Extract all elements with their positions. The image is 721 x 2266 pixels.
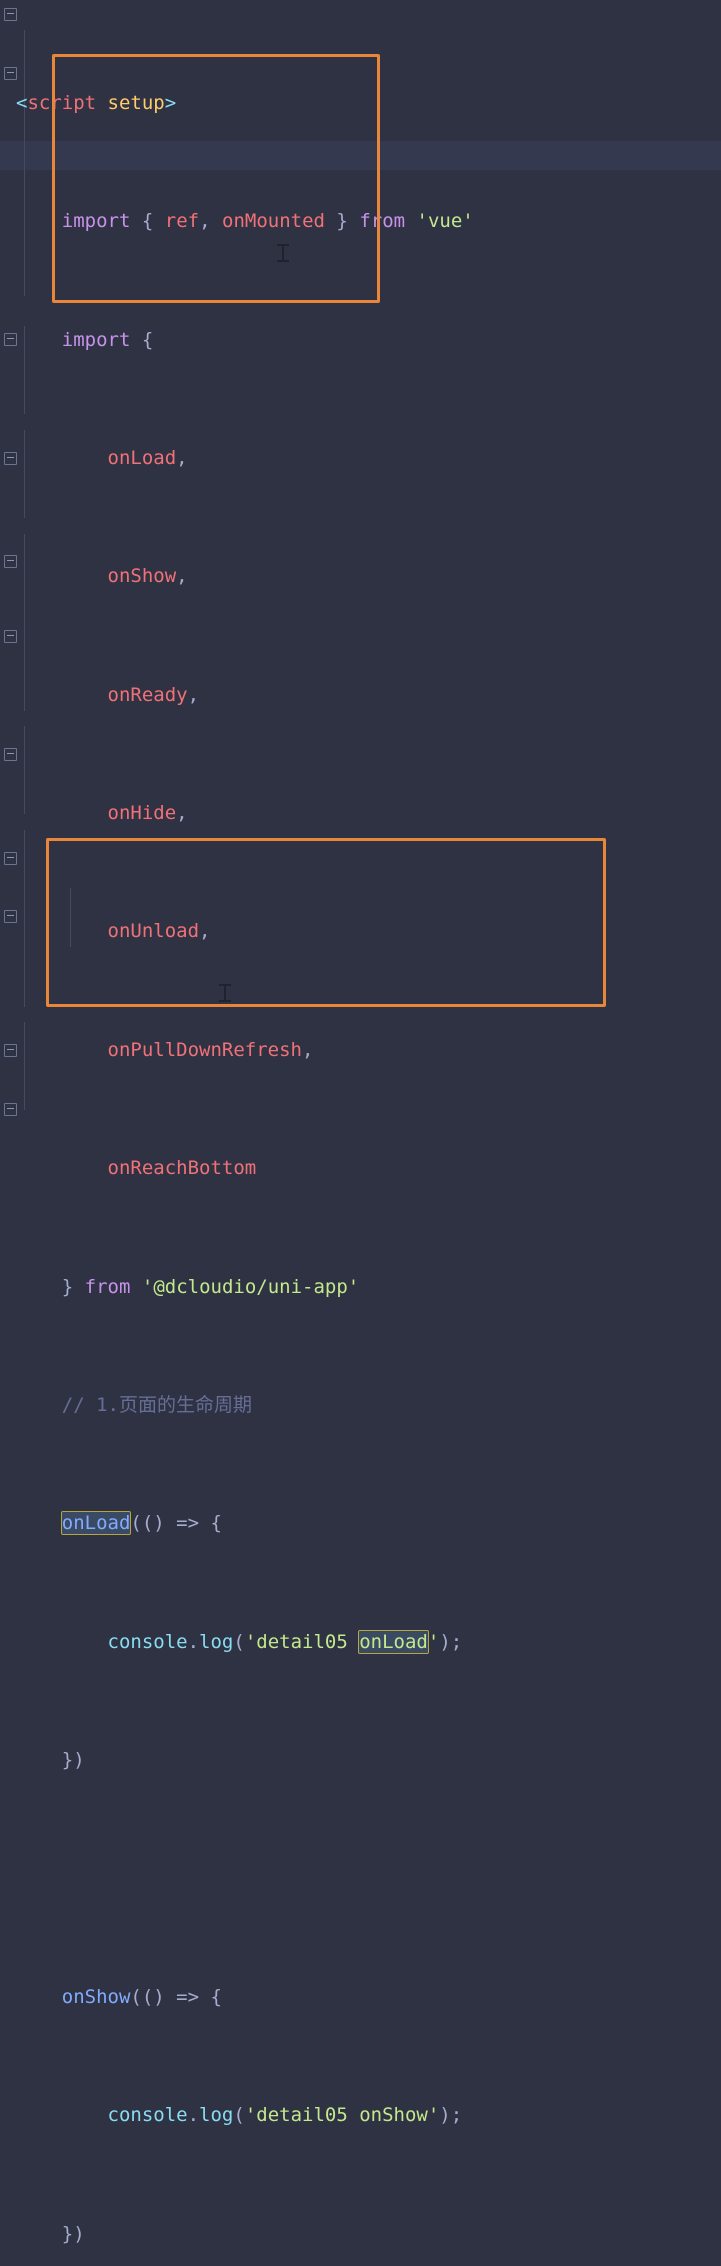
code-line[interactable]: onShow, [0, 562, 721, 592]
comma: , [301, 1038, 314, 1061]
tag-attribute: setup [96, 91, 165, 114]
brace: } [336, 210, 348, 233]
fold-marker[interactable] [4, 1103, 17, 1116]
tag-punct: > [164, 91, 177, 114]
mouse-cursor-ibeam [218, 983, 231, 1003]
code-line[interactable]: onLoad, [0, 444, 721, 474]
console-object: console [107, 1630, 188, 1653]
code-line[interactable]: onUnload, [0, 917, 721, 947]
import-member: onHide [107, 802, 177, 825]
code-line[interactable]: onReady, [0, 681, 721, 711]
code-editor[interactable]: <script setup> import { ref, onMounted }… [0, 0, 721, 2245]
fold-marker[interactable] [4, 852, 17, 865]
log-string-match-onload[interactable]: onLoad [358, 1629, 429, 1654]
log-method: log [199, 1630, 234, 1653]
brace: { [141, 328, 154, 351]
code-line[interactable]: <script setup> [0, 89, 721, 119]
keyword-import: import [61, 210, 131, 233]
paren: ( [233, 1630, 245, 1653]
import-member: onReady [107, 683, 188, 706]
comma: , [176, 802, 188, 825]
fold-marker[interactable] [4, 1044, 17, 1057]
tail: ); [439, 2104, 463, 2127]
code-line[interactable]: onReachBottom [0, 1154, 721, 1184]
block-close: }) [61, 1749, 85, 1772]
import-member: onLoad [107, 446, 177, 469]
fold-marker[interactable] [4, 555, 17, 568]
code-line-blank[interactable] [0, 1864, 721, 1894]
block-close: }) [61, 2222, 85, 2245]
code-line[interactable]: } from '@dcloudio/uni-app' [0, 1273, 721, 1303]
keyword-import: import [61, 328, 131, 351]
code-line[interactable]: import { [0, 326, 721, 356]
code-line[interactable]: }) [0, 1746, 721, 1776]
keyword-from: from [84, 1275, 131, 1298]
comma: , [199, 920, 211, 943]
tag-name: script [27, 91, 97, 114]
paren: ( [233, 2104, 245, 2127]
code-line[interactable]: // 1.页面的生命周期 [0, 1391, 721, 1421]
lifecycle-hook-onshow[interactable]: onShow [62, 1986, 131, 2008]
module-path: 'vue' [416, 210, 474, 233]
log-string: 'detail05 onShow' [244, 2104, 440, 2127]
lifecycle-hook-onload[interactable]: onLoad [60, 1511, 132, 1536]
dot: . [187, 2104, 200, 2127]
code-line[interactable]: onShow(() => { [0, 1983, 721, 2013]
import-member: ref [164, 210, 200, 233]
comment: // 1.页面的生命周期 [61, 1393, 252, 1416]
mouse-cursor-ibeam [276, 243, 289, 263]
args: (() => { [130, 1512, 222, 1535]
brace: } [61, 1275, 74, 1298]
log-string: 'detail05 [244, 1630, 360, 1653]
code-line[interactable]: import { ref, onMounted } from 'vue' [0, 207, 721, 237]
code-line[interactable]: onLoad(() => { [0, 1509, 721, 1539]
fold-marker[interactable] [4, 333, 17, 346]
brace: { [141, 210, 154, 233]
fold-marker[interactable] [4, 452, 17, 465]
code-content[interactable]: <script setup> import { ref, onMounted }… [0, 0, 721, 2266]
import-member: onReachBottom [107, 1157, 257, 1180]
fold-marker[interactable] [4, 748, 17, 761]
module-path: '@dcloudio/uni-app' [141, 1275, 360, 1298]
log-string-end: ' [427, 1630, 440, 1653]
keyword-from: from [359, 210, 406, 233]
fold-marker[interactable] [4, 8, 17, 21]
import-member: onPullDownRefresh [107, 1038, 302, 1061]
code-line[interactable]: console.log('detail05 onLoad'); [0, 1628, 721, 1658]
import-member: onUnload [107, 920, 200, 943]
dot: . [187, 1630, 200, 1653]
comma: , [199, 210, 211, 233]
code-line[interactable]: console.log('detail05 onShow'); [0, 2101, 721, 2131]
tag-punct: < [16, 91, 28, 114]
code-line[interactable]: }) [0, 2220, 721, 2250]
comma: , [176, 565, 188, 588]
log-method: log [199, 2104, 234, 2127]
tail: ); [439, 1630, 463, 1653]
console-object: console [107, 2104, 188, 2127]
import-member: onShow [107, 565, 177, 588]
fold-marker[interactable] [4, 910, 17, 923]
comma: , [176, 446, 188, 469]
args: (() => { [130, 1985, 222, 2008]
comma: , [187, 683, 200, 706]
code-line[interactable]: onHide, [0, 799, 721, 829]
code-line[interactable]: onPullDownRefresh, [0, 1036, 721, 1066]
fold-marker[interactable] [4, 630, 17, 643]
import-member: onMounted [222, 210, 325, 233]
fold-marker[interactable] [4, 67, 17, 80]
